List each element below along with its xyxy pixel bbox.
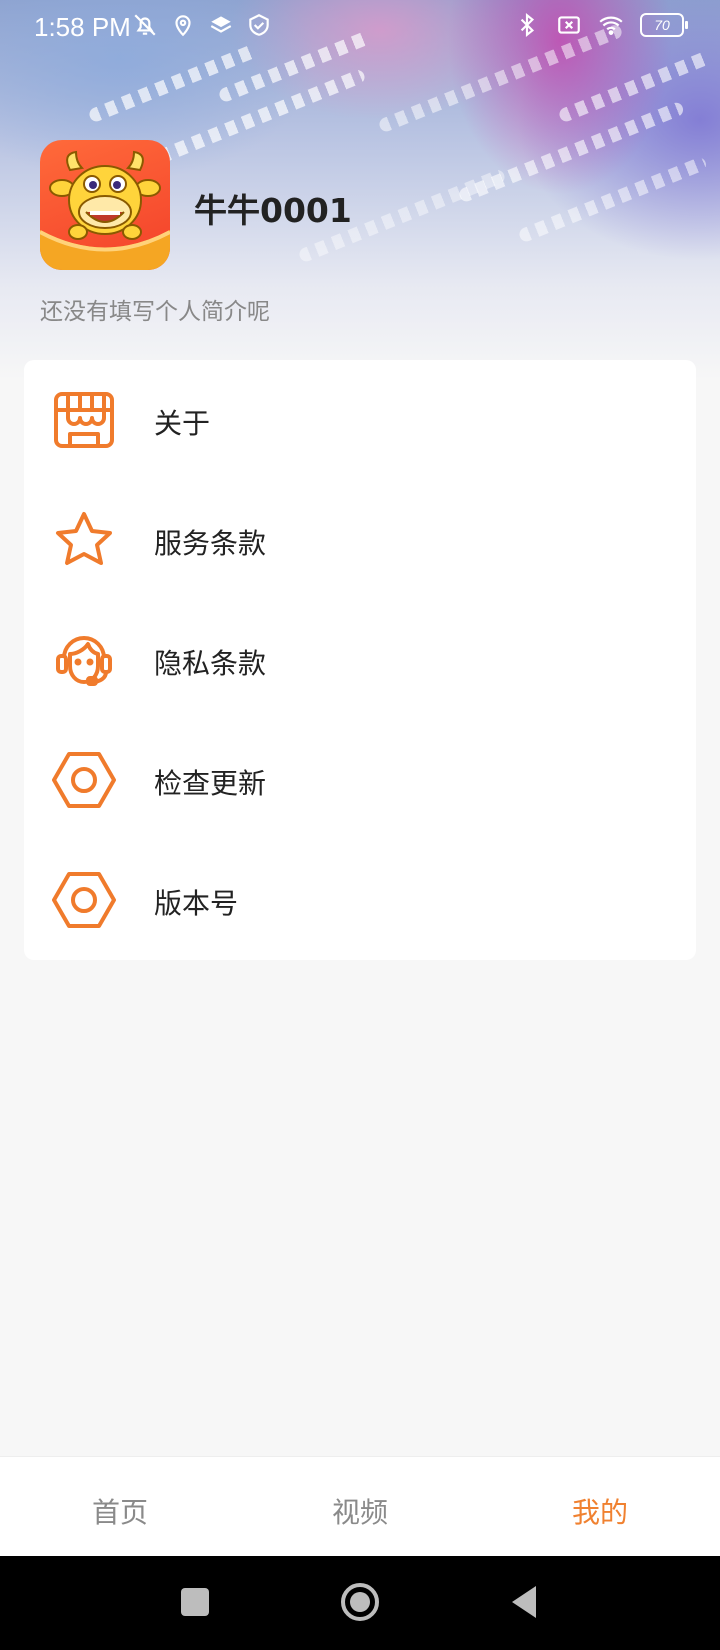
- menu-item-label: 版本号: [154, 887, 239, 920]
- hexagon-icon: [52, 752, 116, 808]
- wifi-icon: [599, 16, 623, 35]
- menu-item-terms-of-service[interactable]: 服务条款: [24, 480, 696, 600]
- menu-item-label: 检查更新: [154, 767, 267, 800]
- status-icons-right: 70: [514, 12, 688, 38]
- status-time: 1:58 PM: [34, 12, 131, 42]
- shield-icon: [249, 14, 269, 36]
- status-bar: 1:58 PM 70: [0, 0, 720, 54]
- sim-x-icon: [558, 16, 580, 34]
- menu-item-label: 隐私条款: [154, 647, 267, 680]
- system-nav-bar: [0, 1556, 720, 1650]
- bluetooth-icon: [520, 12, 535, 38]
- menu-item-privacy-policy[interactable]: 隐私条款: [24, 600, 696, 720]
- headset-icon: [56, 636, 112, 686]
- username: 牛牛0001: [194, 191, 352, 230]
- menu-card: 关于 服务条款 隐私条款 检查更新 版本号: [24, 360, 696, 960]
- menu-item-label: 关于: [154, 407, 211, 440]
- battery-icon: 70: [640, 13, 688, 37]
- store-icon: [54, 392, 114, 448]
- hexagon-icon: [52, 872, 116, 928]
- location-icon: [175, 15, 191, 37]
- mute-bell-icon: [134, 14, 156, 36]
- menu-item-check-update[interactable]: 检查更新: [24, 720, 696, 840]
- cow-mascot-icon: [40, 150, 170, 270]
- recent-apps-button[interactable]: [180, 1584, 210, 1620]
- menu-item-about[interactable]: 关于: [24, 360, 696, 480]
- tab-home[interactable]: 首页: [0, 1491, 240, 1531]
- menu-item-label: 服务条款: [154, 527, 267, 560]
- tab-video[interactable]: 视频: [240, 1491, 480, 1531]
- home-button[interactable]: [340, 1582, 380, 1622]
- bottom-tab-bar: 首页 视频 我的: [0, 1456, 720, 1557]
- tab-mine[interactable]: 我的: [480, 1491, 720, 1531]
- status-icons-left: [132, 12, 272, 38]
- avatar[interactable]: [40, 140, 170, 270]
- menu-item-version[interactable]: 版本号: [24, 840, 696, 960]
- profile-bio: 还没有填写个人简介呢: [40, 299, 270, 325]
- star-icon: [56, 512, 112, 565]
- back-button[interactable]: [508, 1584, 538, 1620]
- layers-icon: [210, 16, 232, 33]
